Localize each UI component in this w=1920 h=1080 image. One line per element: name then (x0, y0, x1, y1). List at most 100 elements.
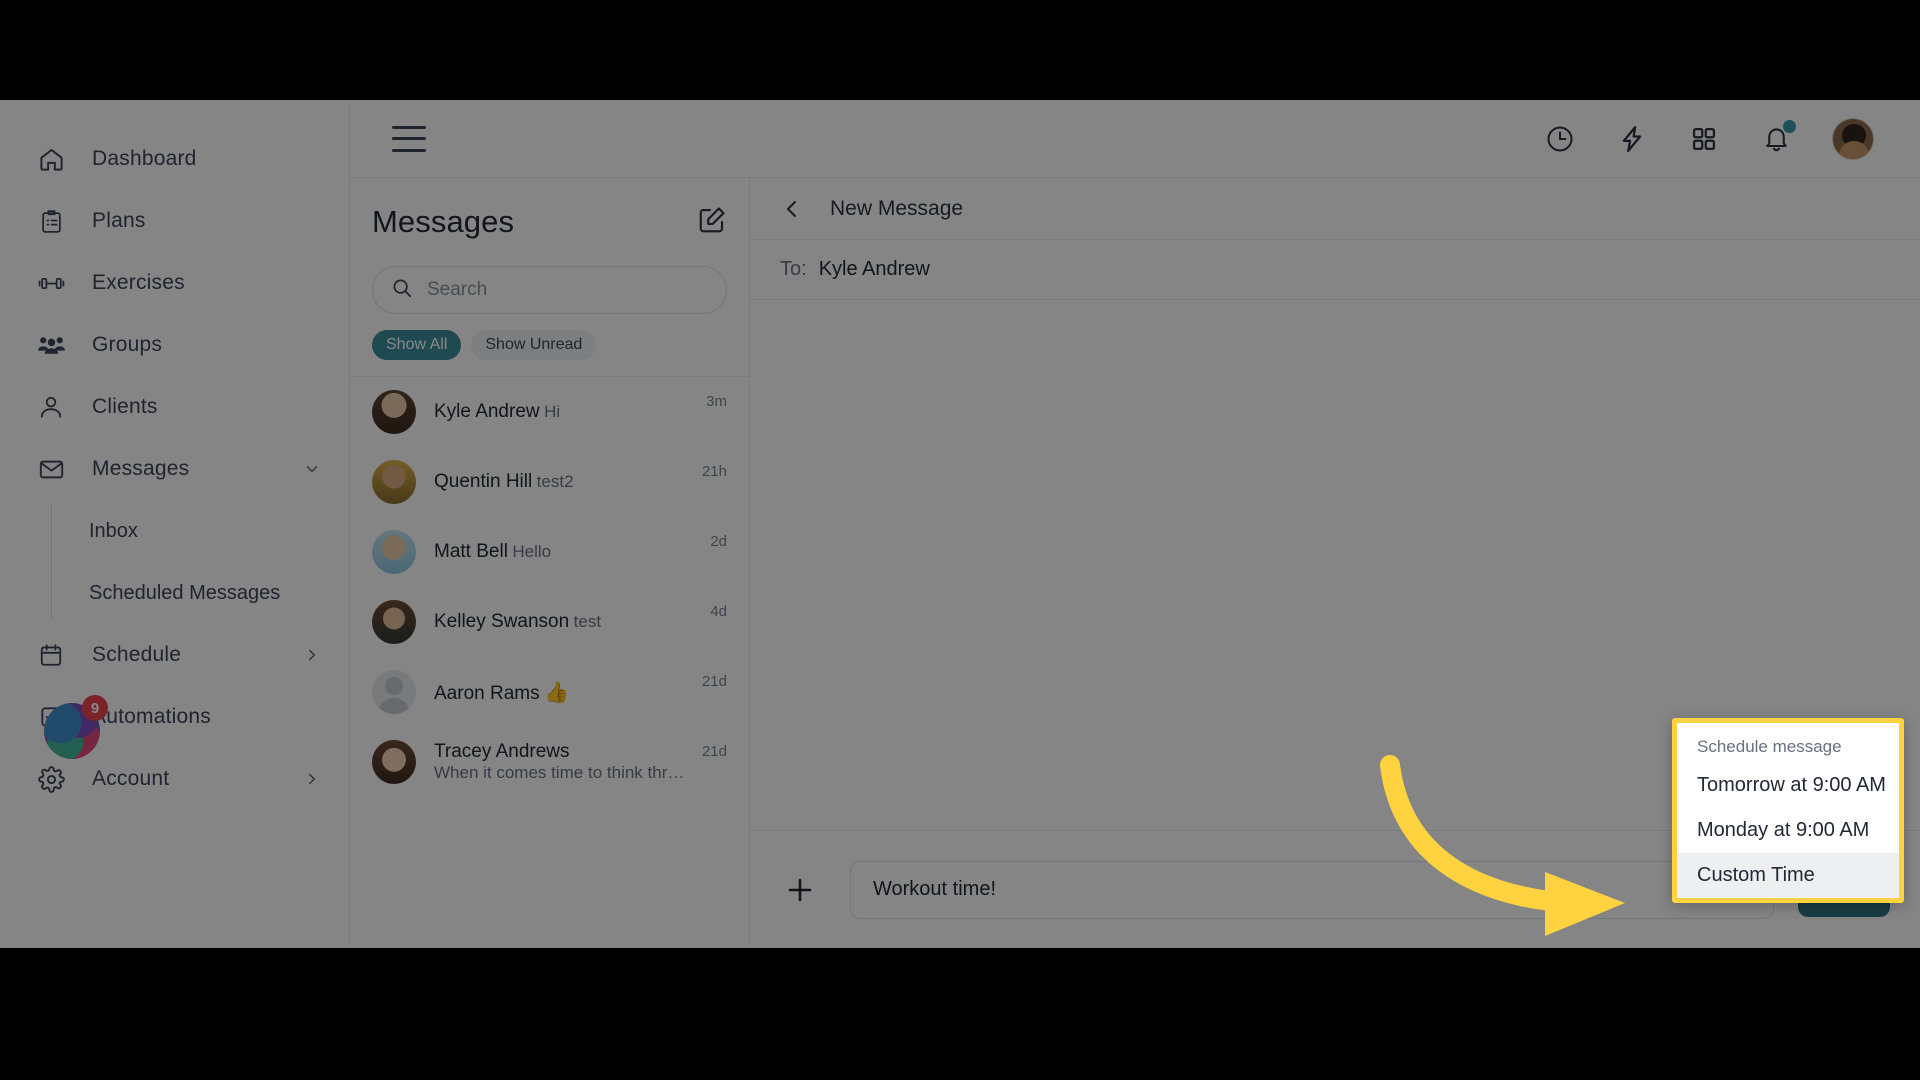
dumbbell-icon (36, 268, 66, 298)
home-icon (36, 144, 66, 174)
list-item[interactable]: Kelley Swanson test 4d (350, 587, 749, 657)
grid-icon[interactable] (1688, 123, 1720, 155)
conversation-name: Tracey Andrews (434, 741, 570, 762)
filter-pills: Show All Show Unread (372, 330, 727, 376)
clipboard-icon (36, 206, 66, 236)
conversation-time: 21h (701, 463, 727, 480)
sidebar-item-label: Schedule (92, 643, 182, 666)
conversation-name: Quentin Hill (434, 471, 533, 492)
sidebar-item-label: Clients (92, 395, 158, 418)
group-icon (36, 330, 66, 360)
conversation-time: 21d (701, 743, 727, 760)
sidebar-item-schedule[interactable]: Schedule (0, 624, 349, 686)
recipient-row[interactable]: To: Kyle Andrew (750, 240, 1920, 300)
plus-icon[interactable] (780, 870, 820, 910)
sidebar-navigation: Dashboard Plans Exercises Groups Clients… (0, 100, 350, 948)
conversation-time: 4d (710, 603, 727, 620)
conversation-preview: test2 (536, 472, 574, 491)
messages-submenu: Inbox Scheduled Messages (0, 500, 349, 624)
conversation-time: 2d (710, 533, 727, 550)
sidebar-item-label: Plans (92, 209, 146, 232)
schedule-option-custom-time[interactable]: Custom Time (1677, 853, 1899, 898)
page-title: New Message (830, 196, 964, 220)
sidebar-item-label: Exercises (92, 271, 185, 294)
conversation-list: Kyle Andrew Hi 3m Quentin Hill test2 21h (350, 376, 749, 797)
conversation-preview: 👍 (544, 681, 569, 704)
sidebar-item-scheduled-messages[interactable]: Scheduled Messages (56, 562, 349, 624)
sidebar-item-label: Messages (92, 457, 190, 480)
sidebar-item-groups[interactable]: Groups (0, 314, 349, 376)
message-input-wrapper[interactable] (850, 860, 1774, 919)
conversation-name: Kelley Swanson (434, 611, 570, 632)
message-input[interactable] (873, 878, 1751, 901)
lightning-icon[interactable] (1616, 123, 1648, 155)
conversation-time: 21d (701, 673, 727, 690)
screenshot-stage: Dashboard Plans Exercises Groups Clients… (0, 0, 1920, 1080)
filter-show-unread[interactable]: Show Unread (471, 330, 597, 360)
conversation-preview: When it comes time to think thr… (434, 763, 685, 782)
conversation-name: Aaron Rams (434, 682, 540, 704)
schedule-option-tomorrow[interactable]: Tomorrow at 9:00 AM (1677, 763, 1899, 808)
sidebar-item-label: Automations (92, 705, 211, 728)
notification-count-badge: 9 (82, 695, 108, 721)
avatar (372, 390, 416, 434)
avatar[interactable] (1832, 117, 1874, 160)
avatar (372, 460, 416, 504)
sidebar-item-messages[interactable]: Messages (0, 438, 349, 500)
person-icon (36, 392, 66, 422)
calendar-icon (36, 640, 66, 670)
header-actions (1544, 117, 1874, 160)
list-item[interactable]: Tracey Andrews When it comes time to thi… (350, 727, 749, 797)
list-item[interactable]: Quentin Hill test2 21h (350, 447, 749, 517)
avatar-placeholder (372, 670, 416, 714)
recipient-value: Kyle Andrew (818, 258, 930, 280)
messages-list-header: Messages Show All Show Unread (350, 178, 749, 376)
page-title: Messages (372, 204, 515, 239)
chevron-left-icon[interactable] (780, 197, 804, 221)
sidebar-item-exercises[interactable]: Exercises (0, 252, 349, 314)
avatar (372, 530, 416, 574)
popup-title: Schedule message (1697, 737, 1842, 756)
chevron-right-icon (303, 770, 321, 788)
sidebar-item-inbox[interactable]: Inbox (56, 500, 349, 562)
conversation-name: Matt Bell (434, 541, 508, 562)
list-item[interactable]: Matt Bell Hello 2d (350, 517, 749, 587)
chevron-right-icon (303, 646, 321, 664)
envelope-icon (36, 454, 66, 484)
hamburger-icon[interactable] (392, 125, 426, 152)
avatar (372, 740, 416, 784)
list-item[interactable]: Kyle Andrew Hi 3m (350, 377, 749, 447)
filter-show-all[interactable]: Show All (372, 330, 462, 360)
chevron-down-icon (303, 460, 321, 478)
gear-icon (36, 764, 66, 794)
schedule-option-monday[interactable]: Monday at 9:00 AM (1677, 808, 1899, 853)
conversation-time: 3m (706, 393, 727, 410)
conversation-preview: Hello (512, 542, 552, 561)
sidebar-item-label: Dashboard (92, 147, 197, 170)
recipient-label: To: (780, 258, 807, 280)
sidebar-item-plans[interactable]: Plans (0, 190, 349, 252)
search-icon (391, 277, 413, 304)
search-input[interactable] (427, 279, 697, 301)
sidebar-item-clients[interactable]: Clients (0, 376, 349, 438)
sidebar-item-label: Account (92, 767, 170, 790)
notification-dot (1783, 119, 1796, 133)
avatar (372, 600, 416, 644)
sidebar-subitem-label: Scheduled Messages (89, 581, 281, 604)
list-item[interactable]: Aaron Rams 👍 21d (350, 657, 749, 727)
top-header-bar (350, 100, 1920, 178)
search-box[interactable] (372, 266, 727, 314)
thread-header: New Message (750, 178, 1920, 240)
schedule-message-popup: Schedule message Tomorrow at 9:00 AM Mon… (1672, 718, 1904, 903)
conversation-preview: test (573, 612, 602, 631)
bell-icon[interactable] (1760, 119, 1796, 155)
sidebar-item-dashboard[interactable]: Dashboard (0, 128, 349, 190)
sidebar-item-account[interactable]: Account (0, 748, 349, 810)
sidebar-subitem-label: Inbox (89, 519, 138, 542)
application-window: Dashboard Plans Exercises Groups Clients… (0, 100, 1920, 948)
clock-icon[interactable] (1544, 123, 1576, 155)
sidebar-item-label: Groups (92, 333, 163, 356)
conversation-name: Kyle Andrew (434, 401, 540, 422)
messages-list-pane: Messages Show All Show Unread (350, 178, 750, 948)
compose-icon[interactable] (697, 205, 727, 240)
